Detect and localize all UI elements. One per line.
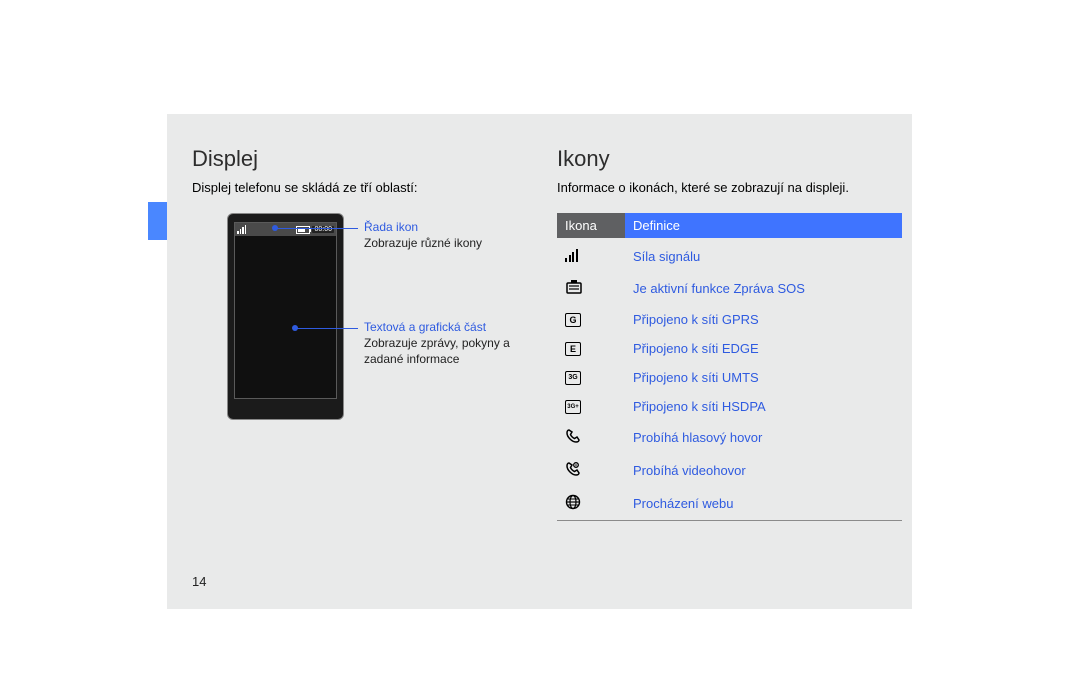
table-row: Probíhá hlasový hovor xyxy=(557,421,902,454)
video-call-icon xyxy=(565,461,581,477)
left-column: Displej Displej telefonu se skládá ze tř… xyxy=(192,146,542,473)
table-row: Probíhá videohovor xyxy=(557,454,902,487)
callout-line-text xyxy=(296,328,358,329)
icon-cell-video xyxy=(557,454,625,487)
icon-cell-web xyxy=(557,487,625,521)
callout-text-desc: Zobrazuje zprávy, pokyny a zadané inform… xyxy=(364,335,544,367)
voice-call-icon xyxy=(565,428,581,444)
th-definice: Definice xyxy=(625,213,902,238)
phone-screen: 00:00 xyxy=(234,222,337,399)
icon-cell-gprs: G xyxy=(557,305,625,334)
table-row: 3G Připojeno k síti UMTS xyxy=(557,363,902,392)
battery-icon xyxy=(296,226,310,234)
table-header-row: Ikona Definice xyxy=(557,213,902,238)
phone-illustration: 00:00 Řada ikon Zobrazuje různé ikony Te… xyxy=(192,213,542,473)
callout-line-icons xyxy=(276,228,358,229)
icon-cell-umts: 3G xyxy=(557,363,625,392)
def-cell: Připojeno k síti GPRS xyxy=(625,305,902,334)
icon-cell-hsdpa: 3G+ xyxy=(557,392,625,421)
right-column: Ikony Informace o ikonách, které se zobr… xyxy=(557,146,902,521)
side-tab xyxy=(148,202,167,240)
web-browse-icon xyxy=(565,494,581,510)
callout-text: Textová a grafická část Zobrazuje zprávy… xyxy=(364,319,544,368)
signal-strength-icon xyxy=(565,248,578,262)
def-cell: Připojeno k síti EDGE xyxy=(625,334,902,363)
status-left xyxy=(237,225,246,234)
table-row: Je aktivní funkce Zpráva SOS xyxy=(557,272,902,305)
intro-ikony: Informace o ikonách, které se zobrazují … xyxy=(557,180,902,195)
icon-cell-signal xyxy=(557,238,625,272)
th-ikona: Ikona xyxy=(557,213,625,238)
sos-icon xyxy=(565,279,583,295)
edge-icon: E xyxy=(565,342,581,356)
heading-ikony: Ikony xyxy=(557,146,902,172)
phone-body: 00:00 xyxy=(227,213,344,420)
table-row: E Připojeno k síti EDGE xyxy=(557,334,902,363)
icon-cell-sos xyxy=(557,272,625,305)
callout-icons: Řada ikon Zobrazuje různé ikony xyxy=(364,219,544,251)
status-right: 00:00 xyxy=(296,226,334,234)
callout-icons-desc: Zobrazuje různé ikony xyxy=(364,235,544,251)
intro-displej: Displej telefonu se skládá ze tří oblast… xyxy=(192,180,542,195)
def-cell: Síla signálu xyxy=(625,238,902,272)
table-row: 3G+ Připojeno k síti HSDPA xyxy=(557,392,902,421)
signal-icon xyxy=(237,225,246,234)
def-cell: Probíhá videohovor xyxy=(625,454,902,487)
hsdpa-icon: 3G+ xyxy=(565,400,581,414)
manual-page: Displej Displej telefonu se skládá ze tř… xyxy=(167,114,912,609)
phone-status-bar: 00:00 xyxy=(235,223,336,236)
def-cell: Probíhá hlasový hovor xyxy=(625,421,902,454)
callout-text-label: Textová a grafická část xyxy=(364,319,544,335)
def-cell: Připojeno k síti UMTS xyxy=(625,363,902,392)
icons-table: Ikona Definice Síla signálu xyxy=(557,213,902,521)
icon-cell-edge: E xyxy=(557,334,625,363)
table-row: Síla signálu xyxy=(557,238,902,272)
def-cell: Procházení webu xyxy=(625,487,902,521)
icon-cell-voice xyxy=(557,421,625,454)
table-row: Procházení webu xyxy=(557,487,902,521)
gprs-icon: G xyxy=(565,313,581,327)
page-number: 14 xyxy=(192,574,206,589)
def-cell: Připojeno k síti HSDPA xyxy=(625,392,902,421)
def-cell: Je aktivní funkce Zpráva SOS xyxy=(625,272,902,305)
heading-displej: Displej xyxy=(192,146,542,172)
umts-icon: 3G xyxy=(565,371,581,385)
callout-icons-label: Řada ikon xyxy=(364,219,544,235)
table-row: G Připojeno k síti GPRS xyxy=(557,305,902,334)
